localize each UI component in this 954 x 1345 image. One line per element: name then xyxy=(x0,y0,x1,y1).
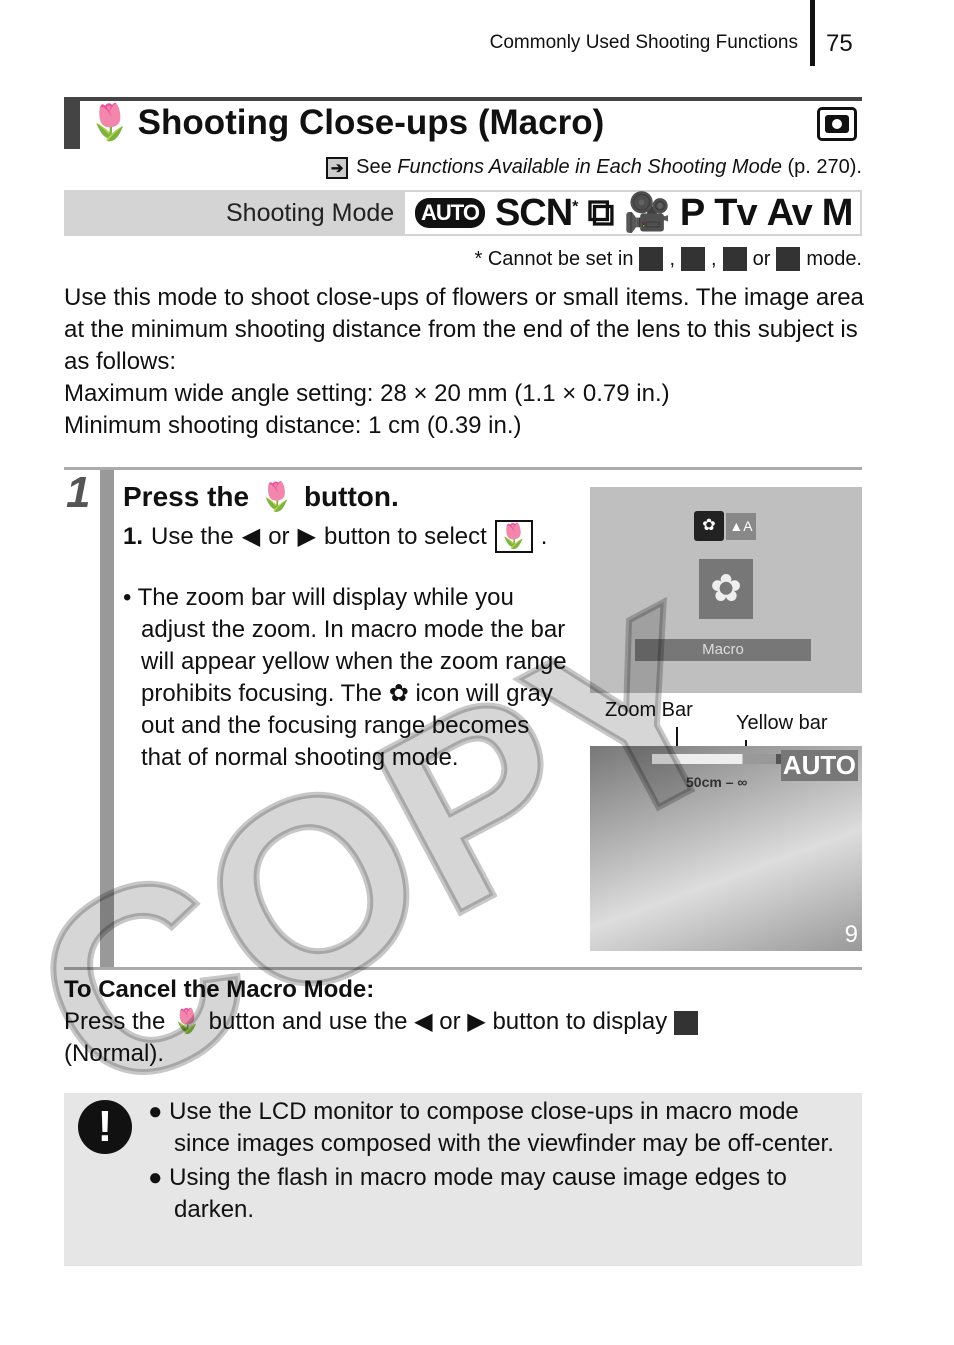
macro-tab-icon: ✿ xyxy=(694,511,724,541)
section-title: Commonly Used Shooting Functions xyxy=(489,32,798,53)
intro-paragraph: Use this mode to shoot close-ups of flow… xyxy=(64,284,864,375)
step-heading: Press the 🌷 button. xyxy=(123,480,399,513)
macro-icon: 🌷 xyxy=(494,520,533,553)
zoom-bar-note: • The zoom bar will display while you ad… xyxy=(123,584,567,771)
mode-p: P xyxy=(679,191,705,234)
camera-screen-macro-menu: ✿ ▲A ✿ Macro xyxy=(590,487,862,693)
stitch-assist-icon: ⧉ xyxy=(587,191,614,234)
normal-mode-icon xyxy=(673,1010,698,1035)
header-divider xyxy=(810,0,815,66)
exclamation-icon: ! xyxy=(78,1100,132,1154)
mode-scn: SCN* xyxy=(494,191,579,234)
arrow-left-icon: ◀ xyxy=(241,523,261,550)
arrow-left-icon: ◀ xyxy=(414,1008,433,1035)
camera-screen-zoom-bar: 50cm – ∞ AUTO 9 xyxy=(590,746,862,951)
mode-auto: AUTO xyxy=(415,198,485,228)
arrow-right-icon: ▶ xyxy=(297,523,317,550)
step-divider xyxy=(64,467,862,470)
fireworks-icon xyxy=(776,247,801,271)
arrow-right-icon: ➔ xyxy=(326,156,349,179)
step-bar xyxy=(100,470,114,967)
see-reference: ➔ See Functions Available in Each Shooti… xyxy=(326,156,862,179)
zoom-bar-label: Zoom Bar xyxy=(605,699,693,721)
macro-menu-label: Macro xyxy=(635,639,811,661)
macro-tulip-icon: 🌷 xyxy=(88,103,132,142)
focus-range: 50cm – ∞ xyxy=(686,774,748,790)
wide-angle-spec: Maximum wide angle setting: 28 × 20 mm (… xyxy=(64,380,670,407)
step-instruction: 1. Use the ◀ or ▶ button to select 🌷. xyxy=(123,520,547,553)
shots-remaining: 9 xyxy=(844,921,858,948)
macro-button-icon: 🌷 xyxy=(259,481,294,512)
step-number: 1 xyxy=(66,468,91,517)
min-distance-spec: Minimum shooting distance: 1 cm (0.39 in… xyxy=(64,412,522,439)
page-title: 🌷 Shooting Close-ups (Macro) xyxy=(88,102,604,143)
note-or: or xyxy=(752,247,771,270)
mode-note: * Cannot be set in , , or mode. xyxy=(474,247,862,271)
title-accent xyxy=(64,97,80,149)
landscape-icon xyxy=(639,247,664,271)
caution-item: ● Use the LCD monitor to compose close-u… xyxy=(148,1098,834,1157)
arrow-right-icon: ▶ xyxy=(467,1008,486,1035)
mode-icons: AUTO SCN* ⧉ 🎥 P Tv Av M xyxy=(405,192,860,234)
mode-av: Av xyxy=(766,191,813,234)
see-prefix: See xyxy=(356,156,398,178)
movie-icon: 🎥 xyxy=(623,192,671,234)
note-suffix: mode. xyxy=(806,247,862,270)
zoom-bar xyxy=(652,754,798,764)
page-number: 75 xyxy=(826,30,853,57)
intro-text: Use this mode to shoot close-ups of flow… xyxy=(64,282,864,442)
caution-item: ● Using the flash in macro mode may caus… xyxy=(148,1164,787,1223)
yellow-bar-label: Yellow bar xyxy=(736,712,828,734)
mode-m: M xyxy=(821,191,854,234)
cancel-instructions: Press the 🌷 button and use the ◀ or ▶ bu… xyxy=(64,1006,854,1070)
page-title-text: Shooting Close-ups (Macro) xyxy=(137,102,605,142)
shooting-mode-label: Shooting Mode xyxy=(226,199,395,227)
section-divider xyxy=(64,967,862,970)
camera-icon xyxy=(817,107,857,141)
kids-pets-icon xyxy=(681,247,706,271)
normal-tab-icon: ▲A xyxy=(726,513,756,540)
caution-list: ● Use the LCD monitor to compose close-u… xyxy=(148,1096,853,1228)
auto-mode-indicator: AUTO xyxy=(780,750,858,781)
see-suffix: (p. 270). xyxy=(781,156,863,178)
macro-large-icon: ✿ xyxy=(699,559,753,619)
portrait-icon xyxy=(722,247,747,271)
note-prefix: * Cannot be set in xyxy=(474,247,634,270)
mode-tv: Tv xyxy=(714,191,757,234)
see-link[interactable]: Functions Available in Each Shooting Mod… xyxy=(397,156,782,178)
cancel-heading: To Cancel the Macro Mode: xyxy=(64,976,375,1003)
macro-button-icon: 🌷 xyxy=(172,1008,202,1035)
